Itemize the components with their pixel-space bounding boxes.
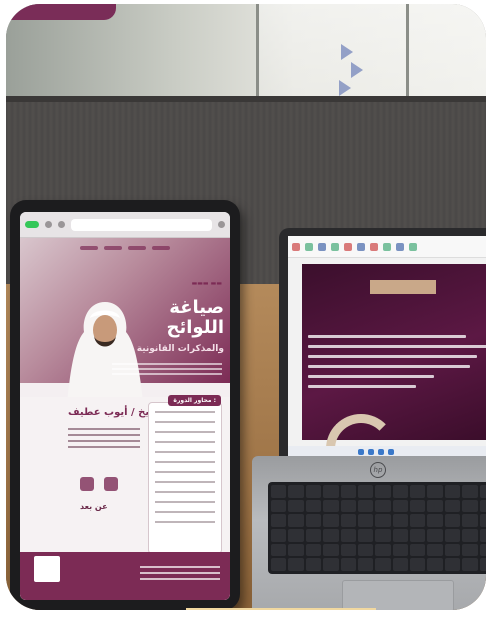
info-badges <box>80 477 118 491</box>
poster-nav <box>20 240 230 256</box>
corner-accent <box>6 4 116 20</box>
toolbar-tool-icon[interactable] <box>292 242 300 251</box>
certificate-icon <box>80 477 94 491</box>
poster-description <box>112 360 222 380</box>
toolbar-tool-icon[interactable] <box>318 242 326 251</box>
browser-toolbar <box>20 212 230 238</box>
toolbar-tool-icon[interactable] <box>344 242 352 251</box>
hp-logo-icon: hp <box>370 462 386 478</box>
course-axes-title: محاور الدورة : <box>168 395 221 406</box>
toolbar-tool-icon[interactable] <box>370 242 378 251</box>
taskbar-app-icon[interactable] <box>388 449 394 455</box>
poster-subheading: والمذكرات القانونية <box>136 344 224 354</box>
poster-tagline: ▬▬▬ ▬▬ <box>191 280 222 287</box>
tablet-device: ▬▬▬ ▬▬ صياغة اللوائح والمذكرات القانونية… <box>10 200 240 610</box>
calendar-icon <box>104 477 118 491</box>
browser-toggle-icon[interactable] <box>25 221 39 228</box>
slide-text <box>308 328 486 395</box>
poster-heading: صياغة اللوائح <box>166 297 224 338</box>
footer-text <box>140 562 220 584</box>
toolbar-tool-icon[interactable] <box>409 242 417 251</box>
taskbar-app-icon[interactable] <box>368 449 374 455</box>
qr-code-icon <box>34 556 60 582</box>
taskbar-app-icon[interactable] <box>378 449 384 455</box>
toolbar-tool-icon[interactable] <box>396 242 404 251</box>
laptop-keyboard <box>268 482 486 574</box>
photo-frame: ▬▬▬ ▬▬ صياغة اللوائح والمذكرات القانونية… <box>6 4 486 610</box>
document-toolbar <box>288 236 486 258</box>
browser-back-icon[interactable] <box>45 221 52 228</box>
start-icon[interactable] <box>358 449 364 455</box>
slide-title <box>370 280 436 294</box>
course-axes-box: محاور الدورة : <box>148 395 222 554</box>
address-bar[interactable] <box>71 218 212 231</box>
wall-logo <box>339 44 363 96</box>
laptop-touchpad <box>342 580 454 610</box>
partition-edge <box>6 96 486 102</box>
browser-share-icon[interactable] <box>218 221 225 228</box>
toolbar-tool-icon[interactable] <box>305 242 313 251</box>
toolbar-tool-icon[interactable] <box>357 242 365 251</box>
toolbar-tool-icon[interactable] <box>331 242 339 251</box>
tablet-screen: ▬▬▬ ▬▬ صياغة اللوائح والمذكرات القانونية… <box>20 212 230 600</box>
bottom-highlight <box>186 608 376 610</box>
delivery-mode: عن بعد <box>80 502 108 511</box>
browser-tabs-icon[interactable] <box>58 221 65 228</box>
presenter-bio <box>68 424 140 452</box>
toolbar-tool-icon[interactable] <box>383 242 391 251</box>
laptop-screen <box>288 236 486 458</box>
